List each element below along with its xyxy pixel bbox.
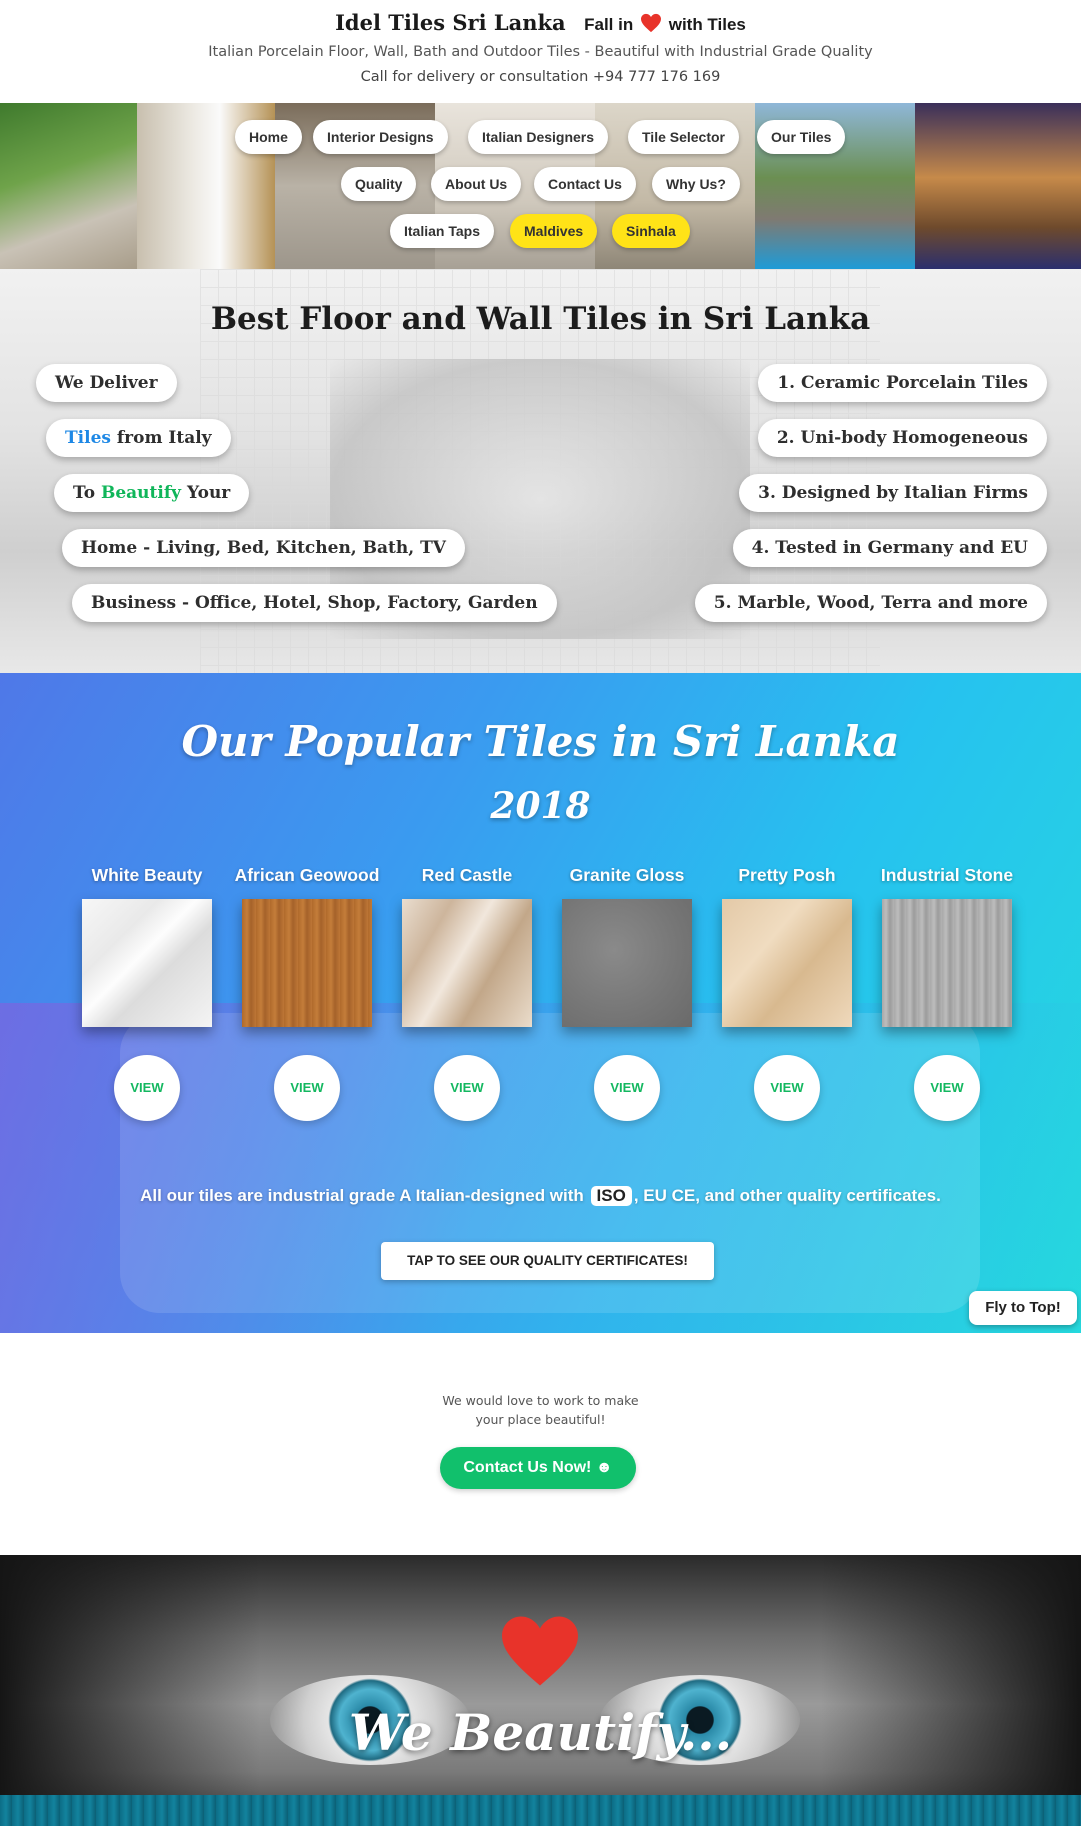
we-beautify-text: We Beautify... [348,1703,733,1762]
tagline-pre: Fall in [584,15,634,34]
tile-card: Red Castle VIEW [392,863,542,1121]
pill-ceramic-porcelain: 1. Ceramic Porcelain Tiles [758,364,1047,402]
contact-us-now-button[interactable]: Contact Us Now! ☻ [440,1447,636,1489]
hero-photo-garden [0,103,137,269]
view-button[interactable]: VIEW [754,1055,820,1121]
tile-swatch-pretty-posh[interactable] [722,899,852,1027]
blue-scarf [0,1795,1081,1826]
hair-right [821,1555,1081,1826]
call-line[interactable]: Call for delivery or consultation +94 77… [0,69,1081,85]
contact-message: We would love to work to make your place… [0,1391,1081,1429]
tile-card: White Beauty VIEW [72,863,222,1121]
fly-to-top-button[interactable]: Fly to Top! [969,1291,1077,1325]
tile-card: Industrial Stone VIEW [872,863,1022,1121]
pill-uni-body: 2. Uni-body Homogeneous [757,419,1047,457]
tagline-post: with Tiles [668,15,746,34]
nav-about-us[interactable]: About Us [431,167,522,201]
view-button[interactable]: VIEW [114,1055,180,1121]
nav-contact-us[interactable]: Contact Us [534,167,636,201]
heart-icon [640,13,661,33]
contact-line-1: We would love to work to make [442,1393,639,1408]
pill-tested-germany: 4. Tested in Germany and EU [732,529,1047,567]
pill-marble-wood: 5. Marble, Wood, Terra and more [694,584,1047,622]
popular-year: 2018 [490,785,591,827]
iso-badge: ISO [590,1186,632,1206]
tile-swatch-african-geowood[interactable] [242,899,372,1027]
heart-icon [502,1616,578,1686]
nav-our-tiles[interactable]: Our Tiles [757,120,846,154]
tile-card: African Geowood VIEW [232,863,382,1121]
view-button[interactable]: VIEW [434,1055,500,1121]
popular-title: Our Popular Tiles in Sri Lanka [181,717,900,766]
nav-why-us[interactable]: Why Us? [652,167,740,201]
tiles-word: Tiles [65,428,111,448]
hair-left [0,1555,260,1826]
to-word: To [73,483,101,503]
we-beautify-banner: We Beautify... [0,1555,1081,1826]
quality-certificates-button[interactable]: TAP TO SEE OUR QUALITY CERTIFICATES! [381,1242,714,1280]
view-button[interactable]: VIEW [914,1055,980,1121]
tile-card: Pretty Posh VIEW [712,863,862,1121]
brand-name[interactable]: Idel Tiles Sri Lanka [335,10,566,35]
certificate-text: All our tiles are industrial grade A Ita… [0,1186,1081,1206]
nav-quality[interactable]: Quality [341,167,417,201]
cert-text-post: , EU CE, and other quality certificates. [633,1186,941,1205]
nav-home[interactable]: Home [235,120,302,154]
view-button[interactable]: VIEW [274,1055,340,1121]
nav-italian-taps[interactable]: Italian Taps [390,214,494,248]
brand-line: Idel Tiles Sri Lanka Fall in with Tiles [0,10,1081,35]
site-subtitle: Italian Porcelain Floor, Wall, Bath and … [208,44,873,60]
pill-home-rooms: Home - Living, Bed, Kitchen, Bath, TV [62,529,465,567]
tagline: Fall in with Tiles [584,13,746,34]
best-tiles-title: Best Floor and Wall Tiles in Sri Lanka [210,301,871,337]
nav-tile-selector[interactable]: Tile Selector [628,120,740,154]
best-tiles-section: Best Floor and Wall Tiles in Sri Lanka W… [0,269,1081,673]
nav-sinhala[interactable]: Sinhala [612,214,690,248]
nav-italian-designers[interactable]: Italian Designers [468,120,609,154]
pill-we-deliver: We Deliver [36,364,177,402]
cert-text-pre: All our tiles are industrial grade A Ita… [140,1186,584,1205]
nav-interior-designs[interactable]: Interior Designs [313,120,448,154]
pill-tiles-from-italy: Tiles from Italy [46,419,231,457]
nav-maldives[interactable]: Maldives [510,214,598,248]
hero-nav-band: Home Interior Designs Italian Designers … [0,103,1081,269]
contact-line-2: your place beautiful! [475,1412,606,1427]
tile-card: Granite Gloss VIEW [552,863,702,1121]
tile-swatch-industrial-stone[interactable] [882,899,1012,1027]
popular-tiles-section: Our Popular Tiles in Sri Lanka 2018 Whit… [0,673,1081,1333]
from-italy-text: from Italy [110,428,212,448]
view-button[interactable]: VIEW [594,1055,660,1121]
beautify-word: Beautify [100,483,182,503]
tile-swatch-granite-gloss[interactable] [562,899,692,1027]
your-word: Your [181,483,231,503]
pill-business-places: Business - Office, Hotel, Shop, Factory,… [72,584,557,622]
tile-swatch-red-castle[interactable] [402,899,532,1027]
pill-designed-italian: 3. Designed by Italian Firms [739,474,1047,512]
pill-to-beautify: To Beautify Your [54,474,250,512]
hero-photo-night-villa [915,103,1081,269]
contact-section: We would love to work to make your place… [0,1333,1081,1555]
tile-swatch-white-beauty[interactable] [82,899,212,1027]
site-header: Idel Tiles Sri Lanka Fall in with Tiles … [0,0,1081,102]
